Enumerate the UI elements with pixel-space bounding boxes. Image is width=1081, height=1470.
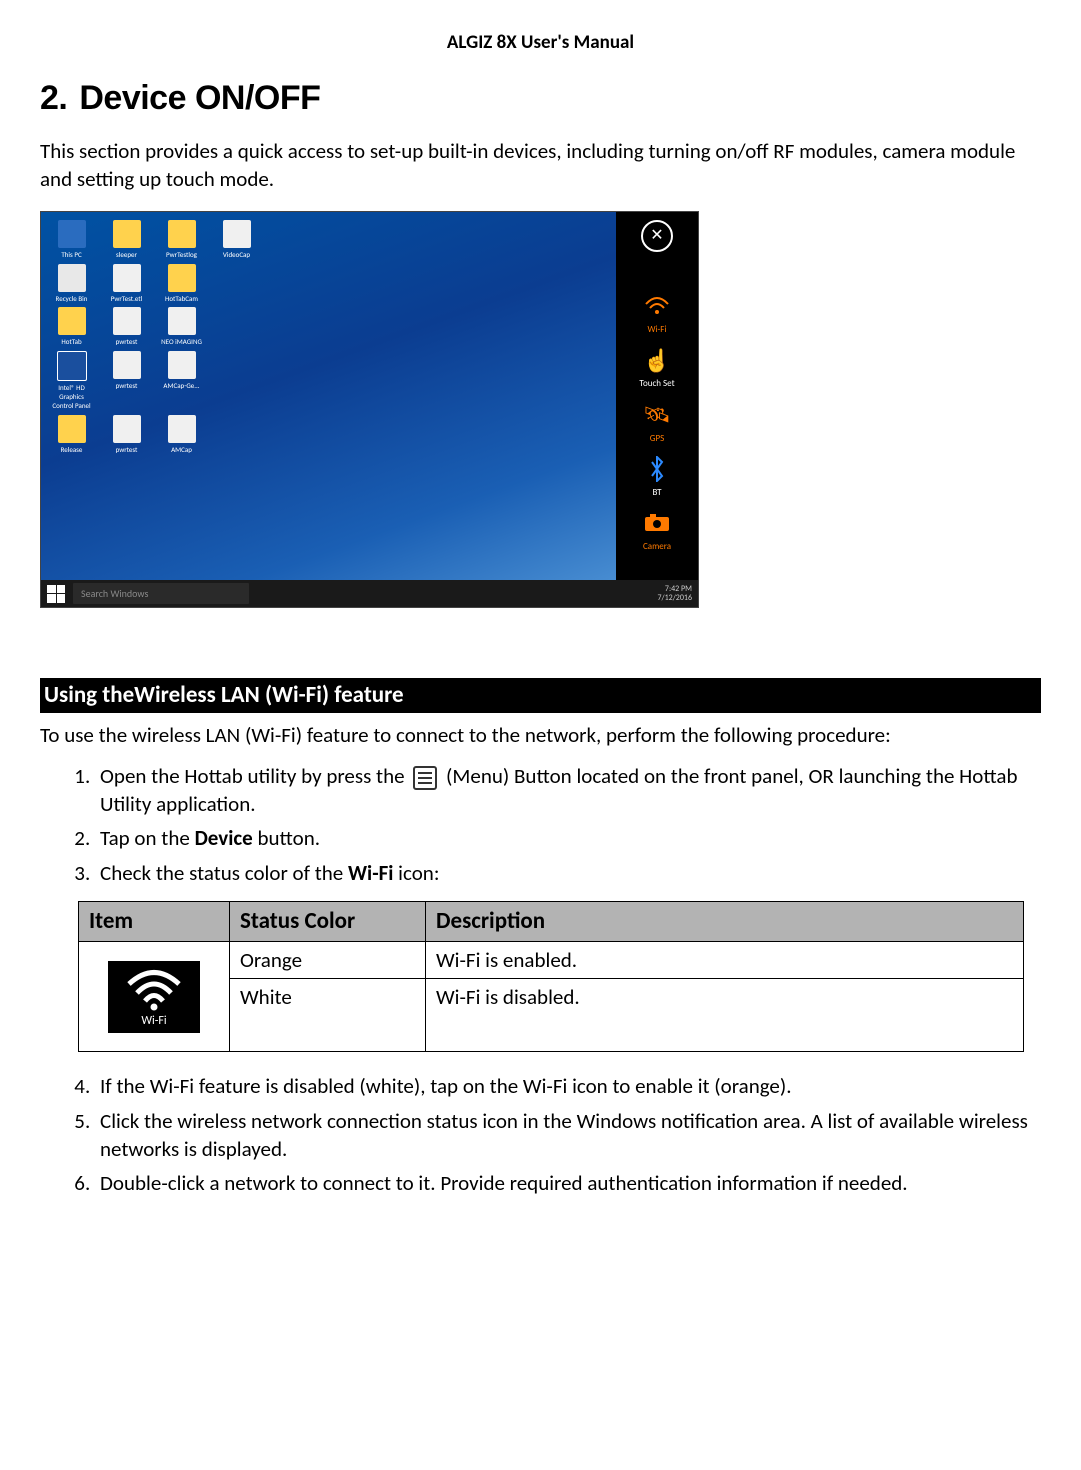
section-heading: 2. Device ON/OFF (40, 76, 1041, 122)
gps-icon: 🛰 (641, 399, 673, 431)
desktop-icon: HotTabCam (159, 264, 204, 303)
wifi-tile: Wi-Fi (108, 961, 200, 1033)
wifi-item-cell: Wi-Fi (79, 942, 230, 1052)
tray-date: 7/12/2016 (657, 594, 692, 603)
desktop-icon: sleeper (104, 220, 149, 259)
subsection-heading: Using theWireless LAN (Wi-Fi) feature (40, 678, 1041, 713)
step-1: Open the Hottab utility by press the (Me… (95, 762, 1041, 819)
status-table: Item Status Color Description Wi-Fi Oran… (78, 901, 1024, 1052)
desktop-icon: VideoCap (214, 220, 259, 259)
steps-list-continued: If the Wi-Fi feature is disabled (white)… (40, 1072, 1041, 1197)
section-number: 2. (40, 79, 67, 117)
td-desc-disabled: Wi-Fi is disabled. (426, 979, 1024, 1052)
th-item: Item (79, 901, 230, 941)
desktop-icon: HotTab (49, 307, 94, 346)
bluetooth-icon (641, 453, 673, 485)
menu-icon (413, 766, 437, 790)
desktop-icon: PwrTestlog (159, 220, 204, 259)
desktop-icon: Recycle Bin (49, 264, 94, 303)
sidebar-item-bt[interactable]: BT (641, 453, 673, 499)
desktop-icon: PwrTest.etl (104, 264, 149, 303)
step-3: Check the status color of the Wi-Fi icon… (95, 859, 1041, 887)
td-color-white: White (230, 979, 426, 1052)
desktop-icon-grid: This PC sleeper PwrTestlog VideoCap Recy… (49, 220, 259, 454)
step-5: Click the wireless network connection st… (95, 1107, 1041, 1164)
sidebar-item-touch[interactable]: ☝ Touch Set (639, 344, 674, 390)
desktop-icon: AMCap (159, 415, 204, 454)
desktop-icon: pwrtest (104, 307, 149, 346)
desktop-icon: NEO iMAGING (159, 307, 204, 346)
camera-icon (641, 507, 673, 539)
step-6: Double-click a network to connect to it.… (95, 1169, 1041, 1197)
start-button[interactable] (47, 585, 65, 603)
wifi-icon (124, 969, 184, 1011)
system-tray: 7:42 PM 7/12/2016 (657, 585, 692, 603)
touch-icon: ☝ (641, 344, 673, 376)
hottab-sidebar: ✕ Wi-Fi ☝ Touch Set 🛰 GPS BT Camera (616, 212, 698, 580)
th-color: Status Color (230, 901, 426, 941)
desktop-icon: pwrtest (104, 415, 149, 454)
intro-paragraph: This section provides a quick access to … (40, 137, 1041, 194)
desktop-icon: Intel® HD Graphics Control Panel (49, 351, 94, 411)
search-input[interactable]: Search Windows (73, 583, 249, 605)
desktop-screenshot: This PC sleeper PwrTestlog VideoCap Recy… (40, 211, 699, 608)
page-header: ALGIZ 8X User's Manual (40, 30, 1041, 56)
section-title: Device ON/OFF (79, 79, 320, 117)
steps-list: Open the Hottab utility by press the (Me… (40, 762, 1041, 887)
desktop-icon: pwrtest (104, 351, 149, 411)
taskbar: Search Windows 7:42 PM 7/12/2016 (41, 580, 698, 607)
desktop-icon: Release (49, 415, 94, 454)
step-4: If the Wi-Fi feature is disabled (white)… (95, 1072, 1041, 1100)
sidebar-item-camera[interactable]: Camera (641, 507, 673, 553)
td-desc-enabled: Wi-Fi is enabled. (426, 942, 1024, 979)
desktop-icon: AMCap-Ge... (159, 351, 204, 411)
close-icon[interactable]: ✕ (641, 220, 673, 252)
wifi-icon (641, 290, 673, 322)
td-color-orange: Orange (230, 942, 426, 979)
sidebar-item-wifi[interactable]: Wi-Fi (641, 290, 673, 336)
wifi-tile-label: Wi-Fi (108, 1013, 200, 1029)
th-desc: Description (426, 901, 1024, 941)
subsection-intro: To use the wireless LAN (Wi-Fi) feature … (40, 721, 1041, 749)
desktop-icon: This PC (49, 220, 94, 259)
step-2: Tap on the Device button. (95, 824, 1041, 852)
sidebar-item-gps[interactable]: 🛰 GPS (641, 399, 673, 445)
